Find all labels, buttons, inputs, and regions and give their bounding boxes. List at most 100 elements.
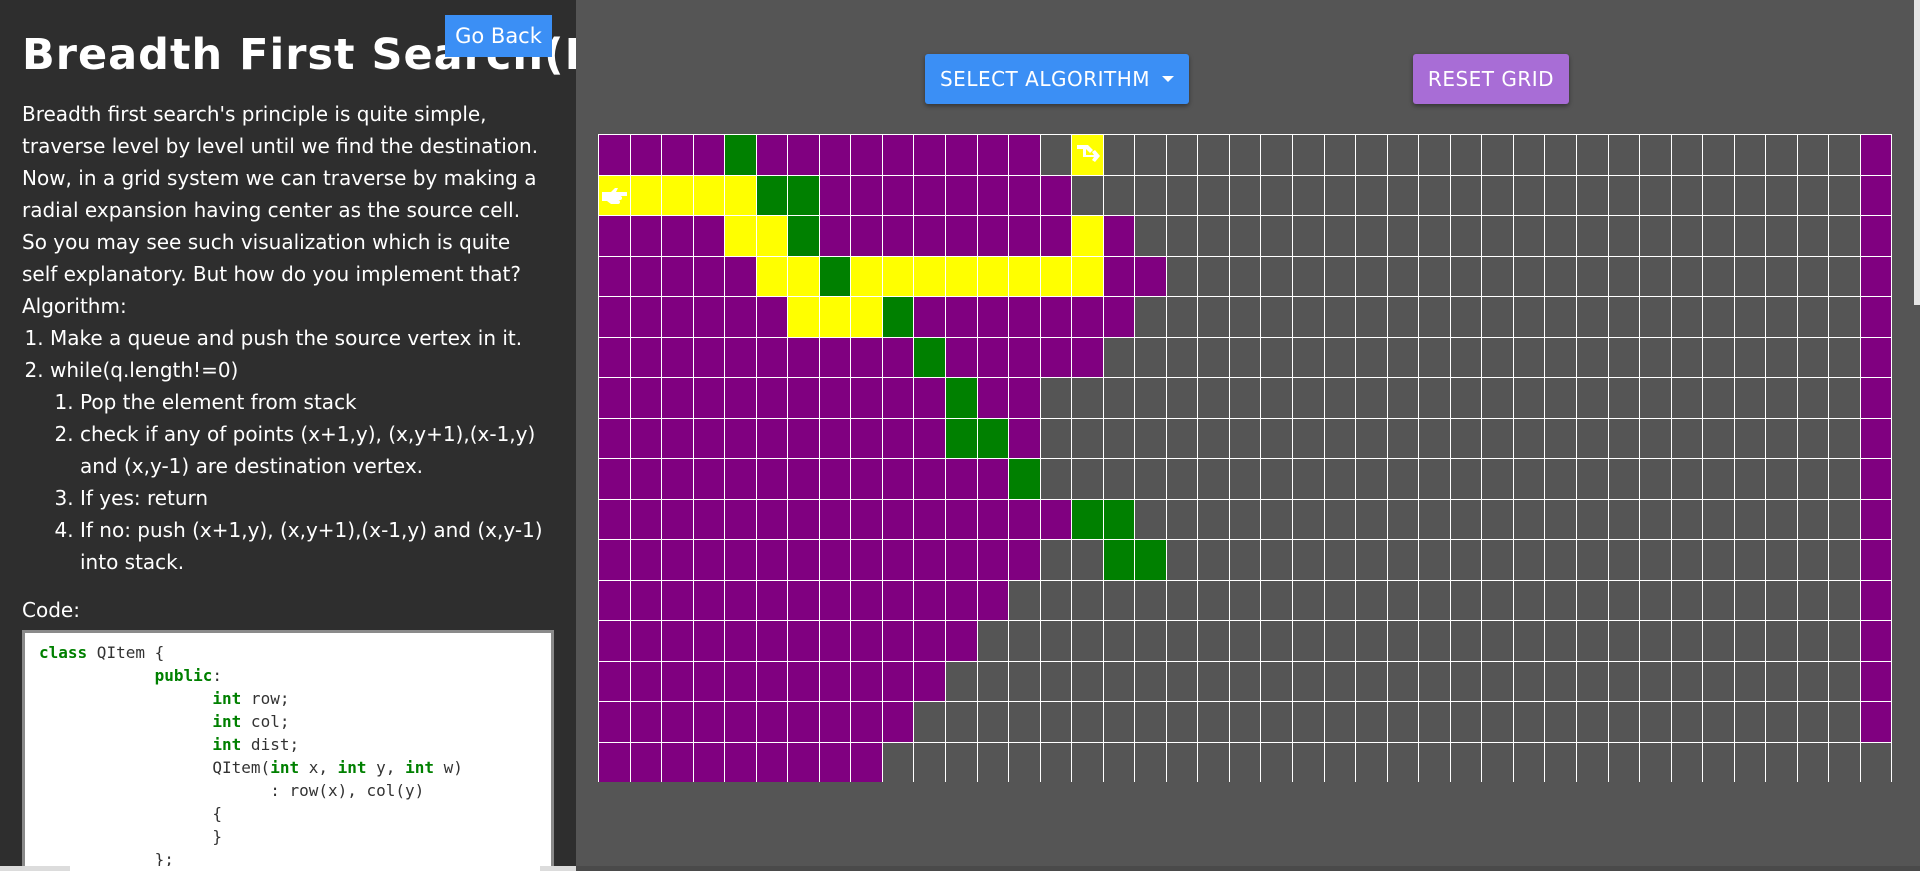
grid-cell-visited[interactable] <box>724 660 756 701</box>
grid-cell-empty[interactable] <box>1134 296 1166 337</box>
grid-cell-empty[interactable] <box>1323 539 1356 580</box>
grid-cell-empty[interactable] <box>1260 377 1293 418</box>
grid-cell-visited[interactable] <box>724 417 756 458</box>
grid-cell-empty[interactable] <box>1481 498 1513 539</box>
grid-cell-visited[interactable] <box>661 255 693 296</box>
grid-cell-empty[interactable] <box>1544 620 1576 661</box>
grid-cell-visited[interactable] <box>945 174 977 215</box>
grid-cell-empty[interactable] <box>1260 336 1293 377</box>
grid-cell-visited[interactable] <box>881 377 914 418</box>
grid-cell-visited[interactable] <box>692 579 725 620</box>
grid-cell-empty[interactable] <box>1607 174 1640 215</box>
grid-cell-empty[interactable] <box>1481 620 1513 661</box>
grid-cell-empty[interactable] <box>1544 336 1576 377</box>
grid-cell-empty[interactable] <box>1386 660 1419 701</box>
grid-cell-visited[interactable] <box>629 255 662 296</box>
grid-cell-empty[interactable] <box>1102 701 1135 742</box>
grid-cell-empty[interactable] <box>1165 377 1198 418</box>
grid-cell-path[interactable] <box>1071 255 1103 296</box>
grid-cell-visited[interactable] <box>661 215 693 256</box>
grid-cell-visited[interactable] <box>976 174 1009 215</box>
grid-cell-empty[interactable] <box>1197 134 1229 175</box>
grid-cell-visited[interactable] <box>850 458 882 499</box>
grid-cell-empty[interactable] <box>1828 660 1860 701</box>
grid-cell-empty[interactable] <box>1639 701 1671 742</box>
grid-cell-empty[interactable] <box>1039 701 1072 742</box>
grid-cell-empty[interactable] <box>1039 741 1072 782</box>
grid-cell-path[interactable] <box>913 255 946 296</box>
grid-cell-empty[interactable] <box>1102 660 1135 701</box>
grid-cell-visited[interactable] <box>976 377 1009 418</box>
grid-cell-empty[interactable] <box>1702 255 1734 296</box>
grid-cell-visited[interactable] <box>850 174 882 215</box>
grid-cell-empty[interactable] <box>1039 458 1072 499</box>
grid-cell-empty[interactable] <box>1197 579 1229 620</box>
grid-cell-visited[interactable] <box>787 579 819 620</box>
grid-cell-empty[interactable] <box>1071 458 1103 499</box>
go-back-button[interactable]: Go Back <box>445 15 552 57</box>
grid-cell-empty[interactable] <box>1355 660 1387 701</box>
grid-cell-empty[interactable] <box>1828 336 1860 377</box>
grid-cell-empty[interactable] <box>1418 458 1450 499</box>
grid-cell-empty[interactable] <box>1355 215 1387 256</box>
grid-cell-visited[interactable] <box>850 741 882 782</box>
grid-cell-visited[interactable] <box>629 701 662 742</box>
grid-cell-empty[interactable] <box>1386 174 1419 215</box>
grid-cell-visited[interactable] <box>692 741 725 782</box>
grid-cell-empty[interactable] <box>1418 539 1450 580</box>
grid-cell-empty[interactable] <box>1323 660 1356 701</box>
grid-cell-empty[interactable] <box>1323 377 1356 418</box>
grid-cell-empty[interactable] <box>1260 255 1293 296</box>
grid-cell-empty[interactable] <box>1039 620 1072 661</box>
grid-cell-empty[interactable] <box>1134 741 1166 782</box>
grid-cell-empty[interactable] <box>1039 539 1072 580</box>
grid-cell-empty[interactable] <box>1039 579 1072 620</box>
grid-cell-empty[interactable] <box>1828 377 1860 418</box>
grid-cell-empty[interactable] <box>1197 255 1229 296</box>
grid-cell-empty[interactable] <box>1607 134 1640 175</box>
grid-cell-empty[interactable] <box>1575 701 1608 742</box>
grid-cell-empty[interactable] <box>1575 539 1608 580</box>
grid-cell-path[interactable] <box>787 296 819 337</box>
grid-cell-visited[interactable] <box>598 377 630 418</box>
grid-cell-path[interactable] <box>1008 255 1040 296</box>
grid-cell-empty[interactable] <box>1670 215 1703 256</box>
grid-cell-wall[interactable] <box>913 336 946 377</box>
grid-cell-empty[interactable] <box>1071 620 1103 661</box>
grid-cell-empty[interactable] <box>913 741 946 782</box>
grid-cell-visited[interactable] <box>850 377 882 418</box>
grid-cell-empty[interactable] <box>1828 620 1860 661</box>
grid-cell-path[interactable] <box>629 174 662 215</box>
grid-cell-empty[interactable] <box>1197 377 1229 418</box>
grid-cell-empty[interactable] <box>1355 458 1387 499</box>
grid-cell-empty[interactable] <box>1702 377 1734 418</box>
grid-cell-empty[interactable] <box>1418 620 1450 661</box>
grid-cell-visited[interactable] <box>976 134 1009 175</box>
grid-cell-visited[interactable] <box>661 539 693 580</box>
grid-cell-empty[interactable] <box>1796 539 1829 580</box>
grid-cell-visited[interactable] <box>598 458 630 499</box>
grid-cell-empty[interactable] <box>1260 174 1293 215</box>
grid-cell-empty[interactable] <box>1733 701 1766 742</box>
grid-cell-visited[interactable] <box>787 417 819 458</box>
grid-cell-visited[interactable] <box>976 336 1009 377</box>
grid-cell-path[interactable] <box>1071 215 1103 256</box>
grid-cell-wall[interactable] <box>787 174 819 215</box>
grid-cell-empty[interactable] <box>1197 539 1229 580</box>
grid-cell-empty[interactable] <box>1260 498 1293 539</box>
grid-cell-empty[interactable] <box>1134 579 1166 620</box>
grid-cell-visited[interactable] <box>692 377 725 418</box>
grid-cell-visited[interactable] <box>818 377 851 418</box>
grid-cell-visited[interactable] <box>913 174 946 215</box>
grid-cell-visited[interactable] <box>692 215 725 256</box>
grid-cell-visited[interactable] <box>692 458 725 499</box>
grid-cell-visited[interactable] <box>1102 255 1135 296</box>
grid-cell-empty[interactable] <box>1512 215 1545 256</box>
grid-cell-visited[interactable] <box>724 336 756 377</box>
grid-cell-visited[interactable] <box>945 539 977 580</box>
grid-cell-empty[interactable] <box>1639 336 1671 377</box>
grid-cell-empty[interactable] <box>1828 134 1860 175</box>
grid-cell-empty[interactable] <box>1733 215 1766 256</box>
grid-cell-empty[interactable] <box>881 741 914 782</box>
grid-cell-empty[interactable] <box>1292 741 1324 782</box>
